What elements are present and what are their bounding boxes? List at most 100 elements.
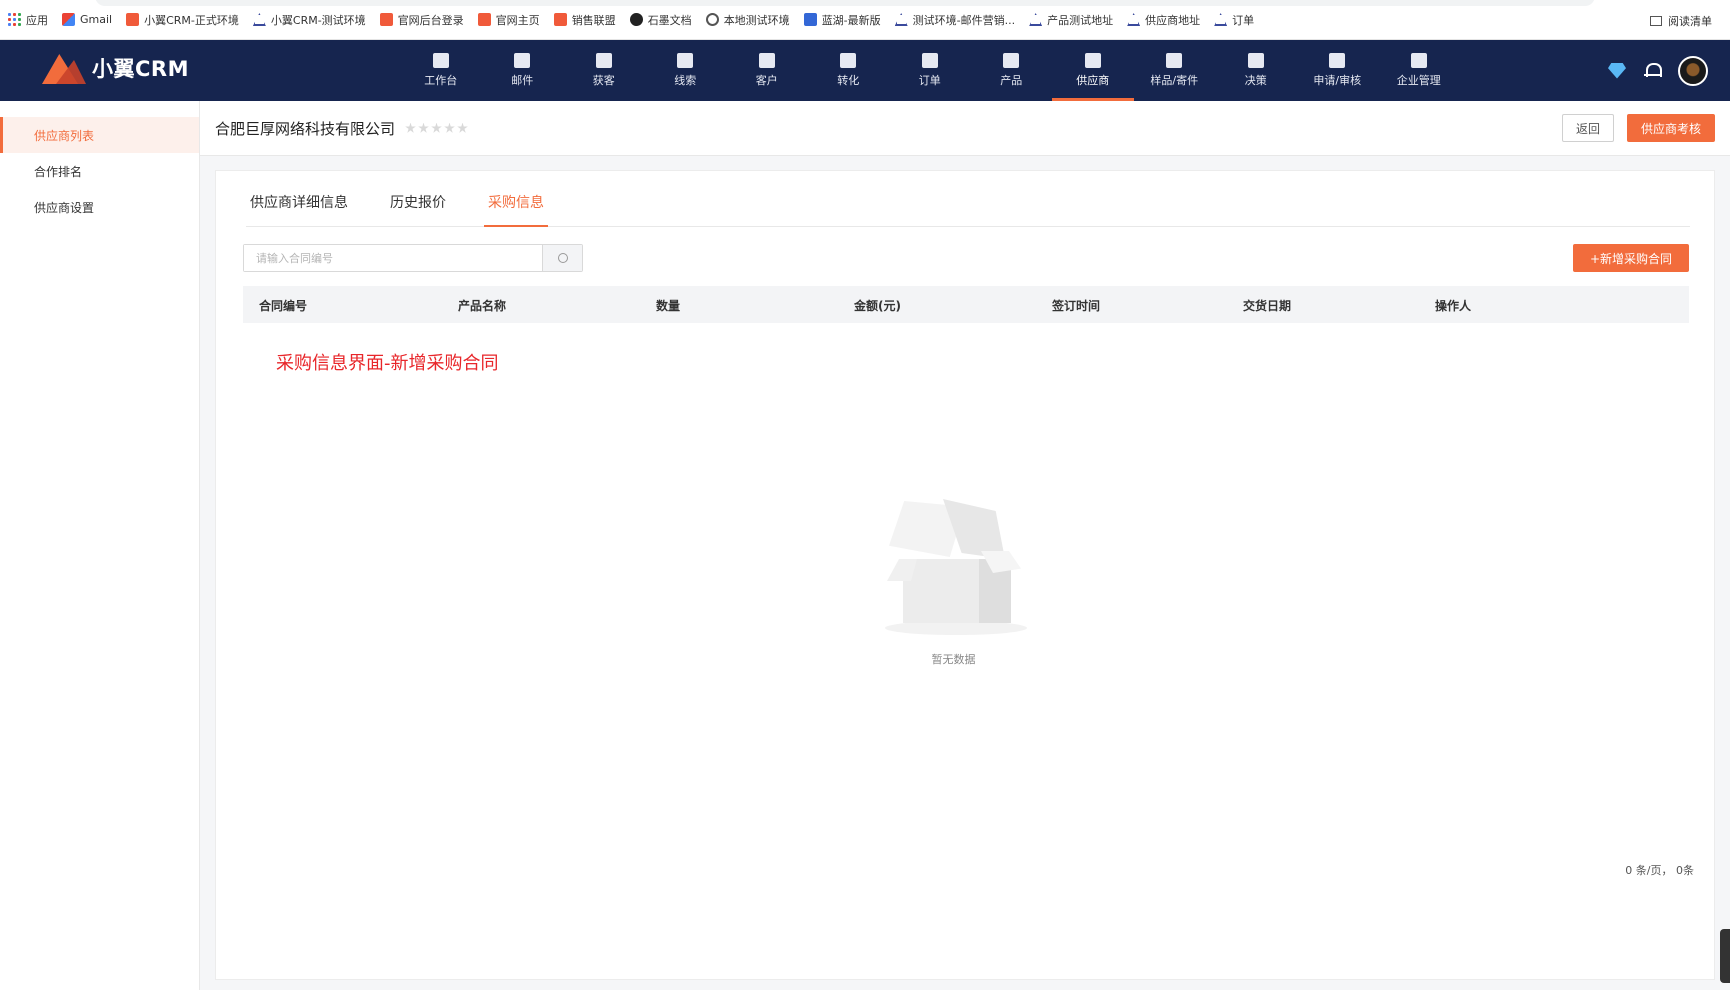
bookmark-apps[interactable]: 应用 — [8, 12, 48, 28]
apps-icon — [8, 13, 21, 26]
nav-menu: 工作台 邮件 获客 线索 客户 转化 订单 产品 供应商 样品/寄件 决策 申请… — [400, 40, 1460, 101]
star-icon[interactable] — [405, 122, 416, 133]
supplier-icon — [1084, 53, 1101, 68]
decision-icon — [1247, 53, 1264, 68]
sidebar-item-supplier-settings[interactable]: 供应商设置 — [0, 189, 199, 225]
crm-icon — [379, 13, 393, 26]
main-content: 合肥巨厚网络科技有限公司 返回 供应商考核 供应商详细信息 历史报价 采购信息 … — [200, 101, 1730, 990]
logo[interactable]: 小翼CRM — [42, 52, 189, 84]
logo-icon — [42, 52, 86, 84]
order-icon — [921, 53, 938, 68]
bookmark-email-marketing[interactable]: 测试环境-邮件营销... — [894, 12, 1015, 28]
search-icon — [557, 253, 568, 263]
star-icon[interactable] — [418, 122, 429, 133]
nav-item-enterprise[interactable]: 企业管理 — [1378, 40, 1460, 101]
gmail-icon — [62, 13, 75, 26]
detail-panel: 供应商详细信息 历史报价 采购信息 +新增采购合同 合同编号 产品名称 数量 金… — [215, 170, 1715, 980]
bookmark-supplier[interactable]: 供应商地址 — [1127, 12, 1200, 28]
leads-icon — [677, 53, 694, 68]
nav-item-conversion[interactable]: 转化 — [808, 40, 890, 101]
sidebar-item-supplier-list[interactable]: 供应商列表 — [0, 117, 199, 153]
bookmark-shimo[interactable]: 石墨文档 — [629, 12, 692, 28]
nav-item-mail[interactable]: 邮件 — [482, 40, 564, 101]
search-button[interactable] — [542, 245, 582, 271]
crm-icon — [553, 13, 567, 26]
nav-item-order[interactable]: 订单 — [889, 40, 971, 101]
customer-icon — [758, 53, 775, 68]
page-title: 合肥巨厚网络科技有限公司 — [215, 119, 396, 138]
address-bar[interactable] — [95, 0, 1595, 6]
pagination: 0 条/页， 0条 — [1625, 864, 1694, 877]
star-icon[interactable] — [444, 122, 455, 133]
bell-icon[interactable] — [1644, 62, 1662, 79]
globe-icon — [705, 13, 719, 26]
bookmark-gmail[interactable]: Gmail — [62, 13, 112, 26]
sidebar-item-cooperation-ranking[interactable]: 合作排名 — [0, 153, 199, 189]
bookmark-lanhu[interactable]: 蓝湖-最新版 — [803, 12, 881, 28]
tab-history-quotes[interactable]: 历史报价 — [386, 189, 450, 227]
empty-text: 暂无数据 — [931, 653, 976, 666]
bookmark-sales-alliance[interactable]: 销售联盟 — [553, 12, 616, 28]
column-header: 交货日期 — [1243, 299, 1292, 313]
scrollbar-handle[interactable] — [1720, 929, 1730, 983]
reading-list-icon — [1650, 16, 1662, 26]
search-input[interactable] — [244, 245, 542, 271]
bookmark-local-test[interactable]: 本地测试环境 — [705, 12, 790, 28]
nav-item-supplier[interactable]: 供应商 — [1052, 40, 1134, 101]
nav-item-decision[interactable]: 决策 — [1215, 40, 1297, 101]
column-header: 金额(元) — [854, 299, 901, 313]
star-icon[interactable] — [457, 122, 468, 133]
workbench-icon — [432, 53, 449, 68]
star-rating[interactable] — [405, 122, 468, 134]
crm-icon — [477, 13, 491, 26]
shimo-icon — [629, 13, 643, 26]
tab-purchase-info[interactable]: 采购信息 — [484, 189, 548, 227]
header-actions — [1608, 40, 1708, 101]
tab-supplier-details[interactable]: 供应商详细信息 — [246, 189, 352, 227]
mail-icon — [514, 53, 531, 68]
enterprise-icon — [1410, 53, 1427, 68]
approval-icon — [1329, 53, 1346, 68]
bookmark-product-test[interactable]: 产品测试地址 — [1029, 12, 1113, 28]
avatar[interactable] — [1678, 55, 1708, 86]
acquire-icon — [595, 53, 612, 68]
nav-item-sample[interactable]: 样品/寄件 — [1134, 40, 1216, 101]
triangle-icon — [1029, 13, 1043, 26]
nav-item-product[interactable]: 产品 — [971, 40, 1053, 101]
nav-item-workbench[interactable]: 工作台 — [400, 40, 482, 101]
triangle-icon — [252, 13, 266, 26]
product-icon — [1003, 53, 1020, 68]
lanhu-icon — [803, 13, 817, 26]
page-header: 合肥巨厚网络科技有限公司 返回 供应商考核 — [200, 101, 1730, 156]
reading-list[interactable]: 阅读清单 — [1650, 13, 1712, 29]
add-purchase-contract-button[interactable]: +新增采购合同 — [1573, 244, 1689, 272]
empty-state: 暂无数据 — [881, 481, 1027, 671]
nav-item-leads[interactable]: 线索 — [645, 40, 727, 101]
tab-bar: 供应商详细信息 历史报价 采购信息 — [246, 189, 1690, 227]
triangle-icon — [1127, 13, 1141, 26]
sample-icon — [1166, 53, 1183, 68]
funnel-icon — [840, 53, 857, 68]
column-header: 合同编号 — [259, 299, 308, 313]
bookmark-homepage[interactable]: 官网主页 — [477, 12, 540, 28]
bookmark-order[interactable]: 订单 — [1214, 12, 1254, 28]
nav-item-customer[interactable]: 客户 — [726, 40, 808, 101]
bookmark-crm-prod[interactable]: 小翼CRM-正式环境 — [126, 12, 239, 28]
supplier-assessment-button[interactable]: 供应商考核 — [1627, 114, 1715, 142]
triangle-icon — [894, 13, 908, 26]
annotation-text: 采购信息界面-新增采购合同 — [276, 353, 499, 374]
triangle-icon — [1214, 13, 1228, 26]
back-button[interactable]: 返回 — [1562, 114, 1614, 142]
nav-item-acquire[interactable]: 获客 — [563, 40, 645, 101]
crm-icon — [126, 13, 140, 26]
bookmark-admin-login[interactable]: 官网后台登录 — [379, 12, 464, 28]
nav-item-approval[interactable]: 申请/审核 — [1297, 40, 1379, 101]
diamond-icon[interactable] — [1608, 62, 1626, 79]
column-header: 操作人 — [1435, 299, 1472, 313]
column-header: 产品名称 — [458, 299, 507, 313]
bookmark-crm-test[interactable]: 小翼CRM-测试环境 — [252, 12, 366, 28]
top-navigation: 小翼CRM 工作台 邮件 获客 线索 客户 转化 订单 产品 供应商 样品/寄件… — [0, 40, 1730, 101]
bookmarks-bar: 应用 Gmail 小翼CRM-正式环境 小翼CRM-测试环境 官网后台登录 官网… — [0, 0, 1730, 40]
column-header: 数量 — [656, 299, 681, 313]
star-icon[interactable] — [431, 122, 442, 133]
